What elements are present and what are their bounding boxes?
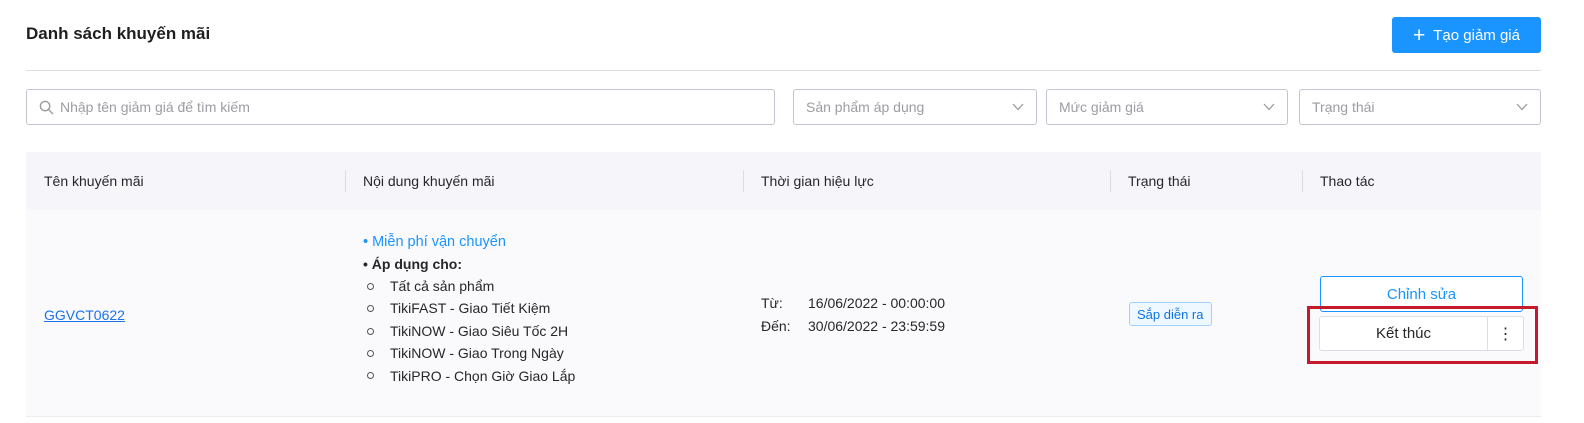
column-separator [1110, 170, 1111, 192]
bullet-icon [367, 372, 374, 380]
bullet-icon [367, 282, 374, 290]
promotion-type: • Miễn phí vận chuyển [363, 234, 506, 250]
list-item: TikiNOW - Giao Trong Ngày [363, 342, 575, 364]
create-discount-label: Tạo giảm giá [1433, 26, 1520, 44]
column-header-time: Thời gian hiệu lực [761, 173, 874, 189]
list-item-text: TikiNOW - Giao Trong Ngày [390, 345, 564, 362]
chevron-down-icon [1012, 103, 1024, 111]
list-item-text: TikiNOW - Giao Siêu Tốc 2H [390, 322, 569, 339]
column-header-actions: Thao tác [1320, 173, 1375, 189]
chevron-down-icon [1263, 103, 1275, 111]
table-row: GGVCT0622 • Miễn phí vận chuyển • Áp dụn… [26, 210, 1541, 417]
status-badge: Sắp diễn ra [1129, 302, 1212, 326]
bullet-icon [367, 305, 374, 313]
list-item-text: TikiPRO - Chọn Giờ Giao Lắp [390, 367, 576, 384]
list-item: Tất cả sản phẩm [363, 275, 575, 297]
list-item: TikiPRO - Chọn Giờ Giao Lắp [363, 365, 575, 387]
product-filter-select[interactable]: Sản phẩm áp dụng [793, 89, 1037, 125]
search-icon [39, 100, 54, 114]
column-header-status: Trạng thái [1128, 173, 1191, 189]
from-value: 16/06/2022 - 00:00:00 [808, 295, 946, 311]
column-separator [743, 170, 744, 192]
column-header-content: Nội dung khuyến mãi [363, 173, 495, 189]
promotion-code-link[interactable]: GGVCT0622 [44, 307, 125, 323]
from-label: Từ: [761, 295, 783, 311]
product-filter-label: Sản phẩm áp dụng [806, 99, 925, 115]
column-separator [345, 170, 346, 192]
table-header: Tên khuyến mãi Nội dung khuyến mãi Thời … [26, 152, 1541, 210]
to-value: 30/06/2022 - 23:59:59 [808, 318, 946, 334]
list-item: TikiFAST - Giao Tiết Kiệm [363, 297, 575, 319]
applies-to-label: • Áp dụng cho: [363, 256, 462, 272]
chevron-down-icon [1516, 103, 1528, 111]
discount-filter-label: Mức giảm giá [1059, 99, 1144, 115]
discount-filter-select[interactable]: Mức giảm giá [1046, 89, 1288, 125]
create-discount-button[interactable]: + Tạo giảm giá [1392, 17, 1541, 53]
more-options-button[interactable]: ⋮ [1488, 316, 1524, 351]
search-box[interactable] [26, 89, 775, 125]
applies-to-list: Tất cả sản phẩm TikiFAST - Giao Tiết Kiệ… [363, 275, 575, 387]
status-filter-select[interactable]: Trạng thái [1299, 89, 1541, 125]
page-title: Danh sách khuyến mãi [26, 24, 211, 43]
to-label: Đến: [761, 318, 791, 334]
list-item-text: Tất cả sản phẩm [390, 278, 495, 294]
list-item: TikiNOW - Giao Siêu Tốc 2H [363, 320, 575, 342]
search-input[interactable] [60, 99, 740, 115]
end-promotion-button[interactable]: Kết thúc [1319, 316, 1488, 351]
promotion-content: • Miễn phí vận chuyển • Áp dụng cho: Tất… [363, 231, 575, 387]
more-vertical-icon: ⋮ [1497, 325, 1514, 343]
column-header-name: Tên khuyến mãi [44, 173, 144, 189]
column-separator [1302, 170, 1303, 192]
bullet-icon [367, 327, 374, 335]
edit-button[interactable]: Chỉnh sửa [1320, 276, 1523, 312]
bullet-icon [367, 349, 374, 357]
header-divider [26, 70, 1541, 71]
list-item-text: TikiFAST - Giao Tiết Kiệm [390, 300, 551, 317]
validity-period: Từ: 16/06/2022 - 00:00:00 Đến: 30/06/2022 … [761, 292, 945, 338]
plus-icon: + [1413, 23, 1426, 47]
status-filter-label: Trạng thái [1312, 99, 1375, 115]
